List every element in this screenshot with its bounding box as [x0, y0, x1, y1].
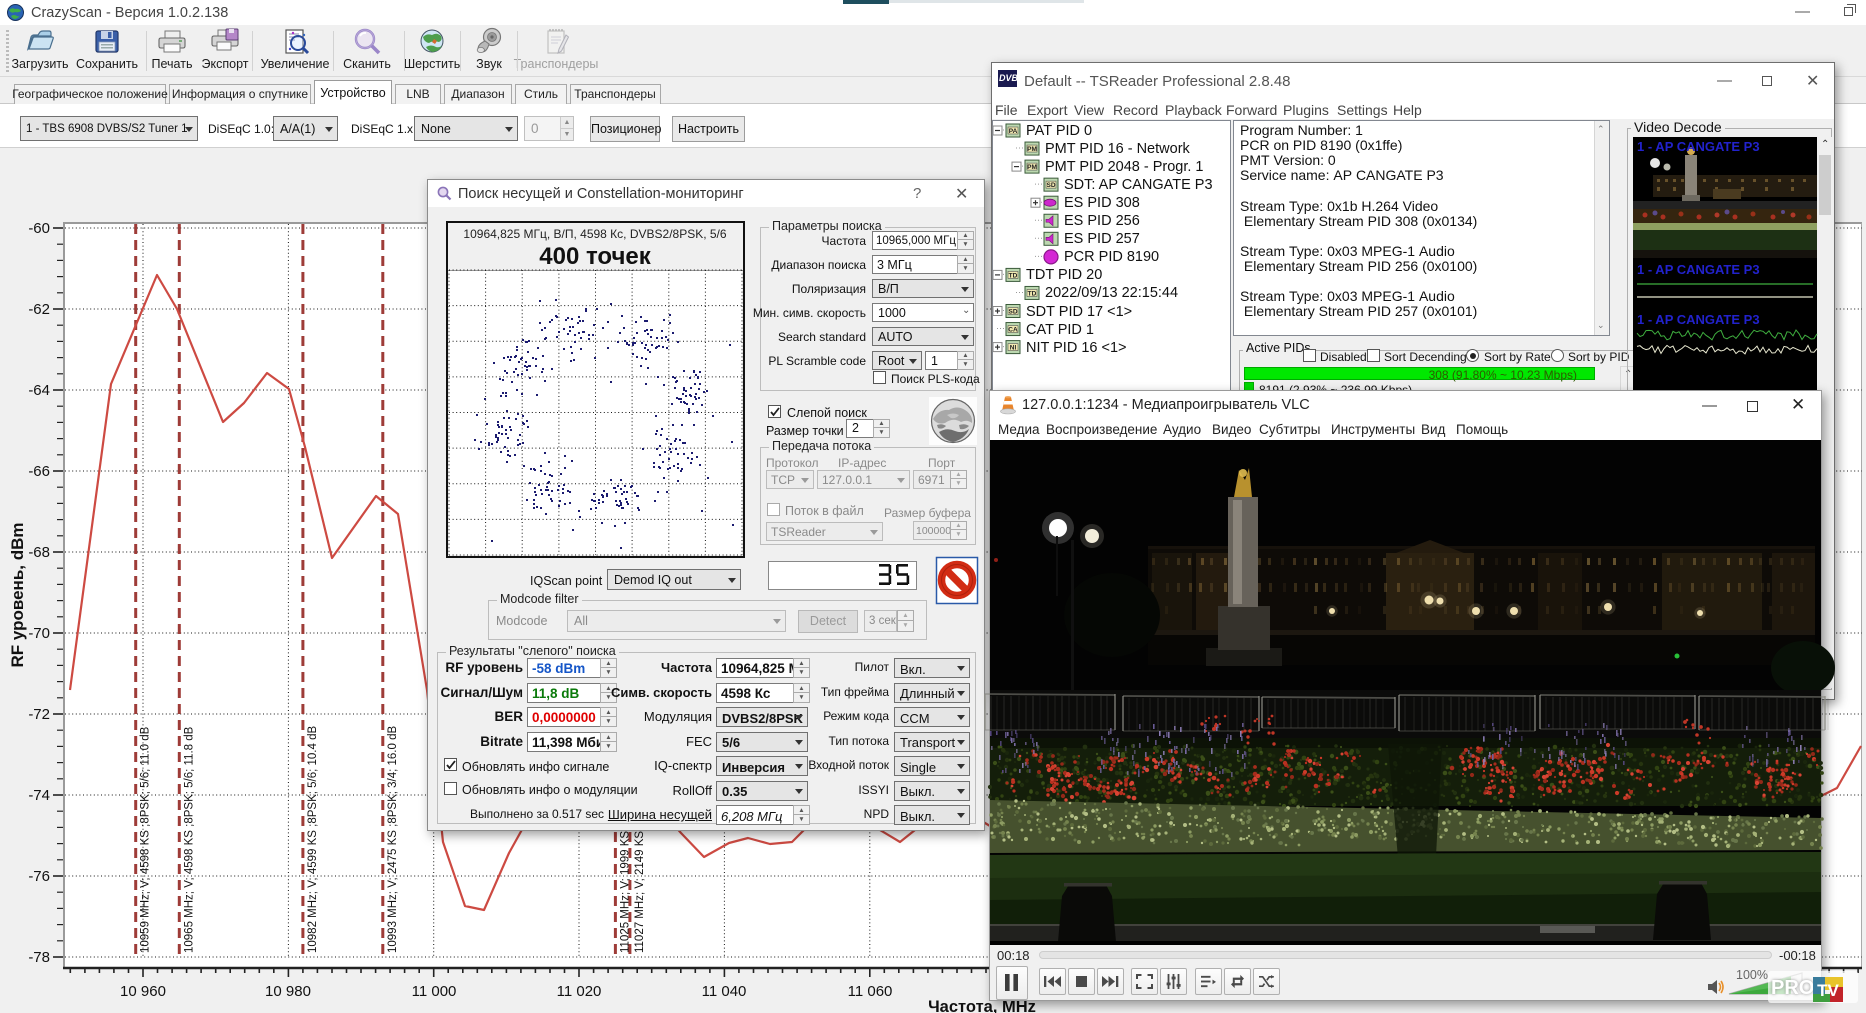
- svg-text:TD: TD: [1009, 272, 1018, 279]
- svg-text:SD: SD: [1046, 182, 1055, 189]
- svg-text:TV: TV: [1817, 981, 1839, 1000]
- svg-text:1 - AP CANGATE P3: 1 - AP CANGATE P3: [1637, 139, 1760, 154]
- svg-text:TD: TD: [1028, 290, 1037, 297]
- svg-text:1 - AP CANGATE P3: 1 - AP CANGATE P3: [1637, 312, 1760, 327]
- svg-text:PM: PM: [1027, 146, 1037, 153]
- svg-text:SD: SD: [1008, 309, 1017, 316]
- svg-text:PA: PA: [1009, 128, 1018, 135]
- svg-text:CA: CA: [1008, 327, 1018, 334]
- svg-text:NI: NI: [1010, 345, 1017, 352]
- svg-text:1 - AP CANGATE P3: 1 - AP CANGATE P3: [1637, 262, 1760, 277]
- svg-text:PM: PM: [1027, 164, 1037, 171]
